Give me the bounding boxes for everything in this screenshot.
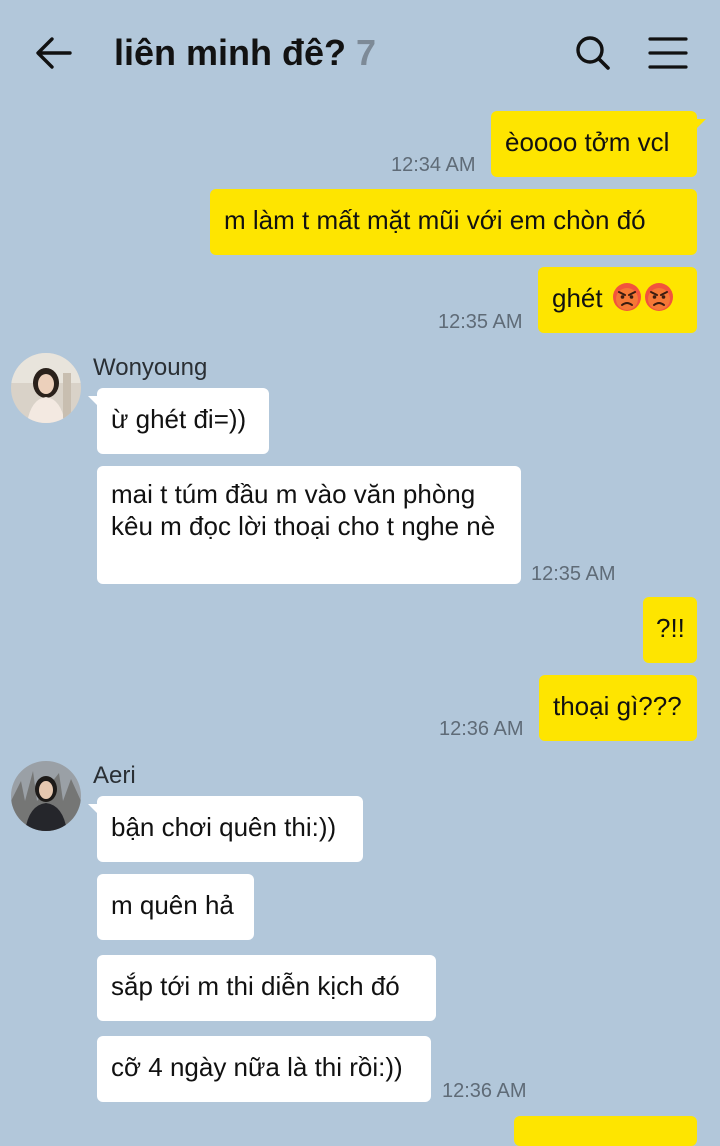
message-text: thoại gì??? bbox=[553, 691, 682, 721]
incoming-message[interactable]: cỡ 4 ngày nữa là thi rồi:)) bbox=[97, 1036, 431, 1102]
message-time: 12:35 AM bbox=[531, 563, 616, 585]
message-text: ừ ghét đi=)) bbox=[111, 404, 247, 434]
avatar-wonyoung[interactable] bbox=[11, 353, 81, 423]
search-icon[interactable] bbox=[570, 30, 616, 76]
message-text: bận chơi quên thi:)) bbox=[111, 812, 337, 842]
message-time: 12:36 AM bbox=[442, 1080, 527, 1102]
avatar-aeri[interactable] bbox=[11, 761, 81, 831]
member-count: 7 bbox=[356, 32, 377, 73]
sender-name: Aeri bbox=[93, 762, 136, 789]
message-text: m quên hả bbox=[111, 890, 234, 920]
outgoing-message-partial[interactable] bbox=[514, 1116, 697, 1146]
outgoing-message[interactable]: ghét bbox=[538, 267, 697, 333]
message-time: 12:34 AM bbox=[391, 154, 476, 176]
incoming-message[interactable]: bận chơi quên thi:)) bbox=[88, 796, 363, 862]
outgoing-message[interactable]: ?!! bbox=[643, 597, 697, 663]
message-text: ?!! bbox=[656, 613, 685, 643]
incoming-message[interactable]: sắp tới m thi diễn kịch đó bbox=[97, 955, 436, 1021]
message-time: 12:36 AM bbox=[439, 718, 524, 740]
message-text: m làm t mất mặt mũi với em chòn đó bbox=[224, 205, 646, 235]
message-text: mai t túm đầu m vào văn phòng kêu m đọc … bbox=[111, 479, 496, 541]
outgoing-message[interactable]: m làm t mất mặt mũi với em chòn đó bbox=[210, 189, 697, 255]
incoming-message[interactable]: m quên hả bbox=[97, 874, 254, 940]
message-text: èoooo tởm vcl bbox=[505, 127, 670, 157]
sender-name: Wonyoung bbox=[93, 354, 208, 381]
incoming-message[interactable]: mai t túm đầu m vào văn phòng kêu m đọc … bbox=[97, 466, 521, 584]
menu-icon[interactable] bbox=[645, 30, 691, 76]
angry-face-icon bbox=[644, 283, 673, 311]
outgoing-message[interactable]: thoại gì??? bbox=[539, 675, 697, 741]
message-text: cỡ 4 ngày nữa là thi rồi:)) bbox=[111, 1052, 403, 1082]
chat-title-area: liên minh đê? 7 bbox=[114, 30, 376, 76]
chat-header: liên minh đê? 7 bbox=[0, 0, 720, 105]
message-text: ghét bbox=[552, 283, 603, 313]
chat-title: liên minh đê? bbox=[114, 32, 347, 73]
angry-face-icon bbox=[612, 283, 641, 311]
incoming-message[interactable]: ừ ghét đi=)) bbox=[88, 388, 269, 454]
outgoing-message[interactable]: èoooo tởm vcl bbox=[491, 111, 706, 177]
message-time: 12:35 AM bbox=[438, 311, 523, 333]
back-arrow-icon[interactable] bbox=[30, 30, 76, 76]
message-text: sắp tới m thi diễn kịch đó bbox=[111, 971, 400, 1001]
